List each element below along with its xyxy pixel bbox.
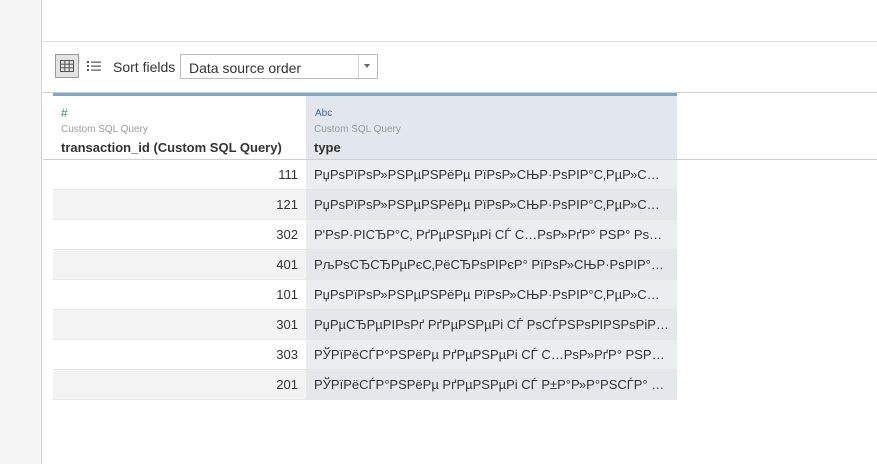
cell-transaction-id[interactable]: 303 <box>53 340 306 370</box>
sort-fields-dropdown[interactable]: Data source order <box>180 54 378 79</box>
cell-type[interactable]: РџРѕРїРѕР»РЅРµРЅРёРµ РїРѕР»СЊР·РѕРІР°С‚Р… <box>306 190 677 220</box>
cell-transaction-id[interactable]: 301 <box>53 310 306 340</box>
table-row[interactable]: 111 РџРѕРїРѕР»РЅРµРЅРёРµ РїРѕР»СЊР·РѕРІР… <box>53 160 677 190</box>
sort-fields-value: Data source order <box>189 60 302 76</box>
cell-type[interactable]: РљРѕСЂСЂРµРєС‚РёСЂРѕРІРєР° РїРѕР»СЊР·РѕР… <box>306 250 677 280</box>
cell-type[interactable]: РЎРїРёСЃР°РЅРёРµ РґРµРЅРµРі СЃ С…РѕР»РґР… <box>306 340 677 370</box>
column-name: transaction_id (Custom SQL Query) <box>61 140 282 155</box>
cell-type[interactable]: РџРµСЂРµРІРѕРґ РґРµРЅРµРі СЃ РѕСЃРЅРѕРІР… <box>306 310 677 340</box>
cell-type[interactable]: Р'РѕР·РІСЂР°С‚ РґРµРЅРµРі СЃ С…РѕР»РґР° … <box>306 220 677 250</box>
top-panel <box>43 0 877 42</box>
cell-transaction-id[interactable]: 201 <box>53 370 306 400</box>
table-row[interactable]: 201 РЎРїРёСЃР°РЅРёРµ РґРµРЅРµРі СЃ Р±Р°Р… <box>53 370 677 400</box>
column-header-transaction-id[interactable]: # Custom SQL Query transaction_id (Custo… <box>53 93 306 159</box>
table-row[interactable]: 302 Р'РѕР·РІСЂР°С‚ РґРµРЅРµРі СЃ С…РѕР»Р… <box>53 220 677 250</box>
table-row[interactable]: 121 РџРѕРїРѕР»РЅРµРЅРёРµ РїРѕР»СЊР·РѕРІР… <box>53 190 677 220</box>
grid-view-button[interactable] <box>55 54 79 78</box>
string-type-icon[interactable]: Abc <box>315 108 332 119</box>
dropdown-divider <box>358 55 359 78</box>
column-source: Custom SQL Query <box>314 124 401 135</box>
cell-type[interactable]: РџРѕРїРѕР»РЅРµРЅРёРµ РїРѕР»СЊР·РѕРІР°С‚Р… <box>306 160 677 190</box>
column-source: Custom SQL Query <box>61 124 148 135</box>
column-header-type[interactable]: Abc Custom SQL Query type <box>306 93 677 159</box>
chevron-down-icon[interactable] <box>364 64 370 68</box>
column-name: type <box>314 140 341 155</box>
table-row[interactable]: 301 РџРµСЂРµРІРѕРґ РґРµРЅРµРі СЃ РѕСЃРЅР… <box>53 310 677 340</box>
sort-fields-label: Sort fields <box>113 59 176 75</box>
cell-type[interactable]: РЎРїРёСЃР°РЅРёРµ РґРµРЅРµРі СЃ Р±Р°Р»Р°Р… <box>306 370 677 400</box>
table-row[interactable]: 401 РљРѕСЂСЂРµРєС‚РёСЂРѕРІРєР° РїРѕР»СЊР… <box>53 250 677 280</box>
cell-transaction-id[interactable]: 302 <box>53 220 306 250</box>
cell-type[interactable]: РџРѕРїРѕР»РЅРµРЅРёРµ РїРѕР»СЊР·РѕРІР°С‚Р… <box>306 280 677 310</box>
cell-transaction-id[interactable]: 121 <box>53 190 306 220</box>
data-grid-toolbar: Sort fields Data source order <box>43 42 877 93</box>
cell-transaction-id[interactable]: 111 <box>53 160 306 190</box>
number-type-icon[interactable]: # <box>61 106 68 120</box>
table-row[interactable]: 101 РџРѕРїРѕР»РЅРµРЅРёРµ РїРѕР»СЊР·РѕРІР… <box>53 280 677 310</box>
list-view-icon <box>87 61 101 71</box>
list-view-button[interactable] <box>82 54 106 78</box>
cell-transaction-id[interactable]: 101 <box>53 280 306 310</box>
table-row[interactable]: 303 РЎРїРёСЃР°РЅРёРµ РґРµРЅРµРі СЃ С…РѕР… <box>53 340 677 370</box>
grid-view-icon <box>60 60 74 72</box>
cell-transaction-id[interactable]: 401 <box>53 250 306 280</box>
left-rail <box>0 0 42 464</box>
